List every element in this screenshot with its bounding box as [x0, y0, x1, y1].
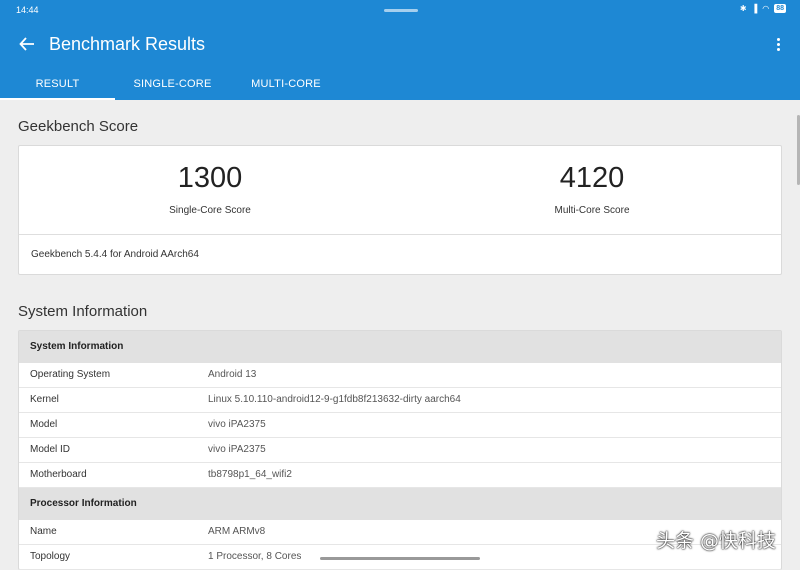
- row-value: vivo iPA2375: [208, 444, 266, 455]
- system-information-heading: System Information: [18, 303, 148, 320]
- row-key: Topology: [30, 551, 71, 562]
- app-bar: 14:44 ✱ ▐ ◠ 88 Benchmark Results RESULT …: [0, 0, 800, 100]
- processor-info-header: Processor Information: [19, 488, 781, 520]
- table-row: Operating System Android 13: [19, 363, 781, 388]
- row-key: Model ID: [30, 444, 71, 455]
- table-row: Motherboard tb8798p1_64_wifi2: [19, 463, 781, 488]
- back-arrow-icon[interactable]: [16, 34, 38, 54]
- table-row: Model vivo iPA2375: [19, 413, 781, 438]
- row-value: ARM ARMv8: [208, 526, 266, 537]
- tab-bar: RESULT SINGLE-CORE MULTI-CORE: [0, 70, 800, 100]
- status-icons: ✱ ▐ ◠ 88: [740, 4, 786, 13]
- multi-core-label: Multi-Core Score: [554, 205, 630, 216]
- home-indicator[interactable]: [320, 557, 480, 560]
- single-core-label: Single-Core Score: [169, 205, 251, 216]
- row-value: Android 13: [208, 369, 257, 380]
- tab-multi-core[interactable]: MULTI-CORE: [230, 70, 342, 100]
- divider: [19, 234, 781, 235]
- wifi-icon: ◠: [762, 4, 770, 13]
- row-key: Name: [30, 526, 57, 537]
- version-text: Geekbench 5.4.4 for Android AArch64: [31, 249, 199, 260]
- table-row: Kernel Linux 5.10.110-android12-9-g1fdb8…: [19, 388, 781, 413]
- row-key: Motherboard: [30, 469, 87, 480]
- score-card: 1300 Single-Core Score 4120 Multi-Core S…: [18, 145, 782, 275]
- tab-single-core[interactable]: SINGLE-CORE: [115, 70, 230, 100]
- single-core-score: 1300: [177, 162, 243, 194]
- row-key: Model: [30, 419, 58, 430]
- page-title: Benchmark Results: [49, 34, 206, 54]
- geekbench-score-heading: Geekbench Score: [18, 118, 139, 135]
- row-key: Operating System: [30, 369, 111, 380]
- system-info-header: System Information: [19, 331, 781, 363]
- row-key: Kernel: [30, 394, 59, 405]
- signal-icon: ▐: [751, 4, 758, 13]
- watermark: 头条 @快科技: [656, 530, 777, 552]
- status-pill: [384, 9, 418, 12]
- row-value: vivo iPA2375: [208, 419, 266, 430]
- row-value: Linux 5.10.110-android12-9-g1fdb8f213632…: [208, 394, 461, 405]
- battery-icon: 88: [774, 4, 786, 13]
- more-options-icon[interactable]: [772, 36, 784, 52]
- table-row: Model ID vivo iPA2375: [19, 438, 781, 463]
- bluetooth-icon: ✱: [739, 4, 747, 13]
- row-value: 1 Processor, 8 Cores: [208, 551, 302, 562]
- row-value: tb8798p1_64_wifi2: [208, 469, 292, 480]
- tab-result[interactable]: RESULT: [0, 70, 115, 100]
- multi-core-score: 4120: [559, 162, 625, 194]
- status-time: 14:44: [16, 5, 39, 15]
- status-bar: 14:44 ✱ ▐ ◠ 88: [0, 0, 800, 20]
